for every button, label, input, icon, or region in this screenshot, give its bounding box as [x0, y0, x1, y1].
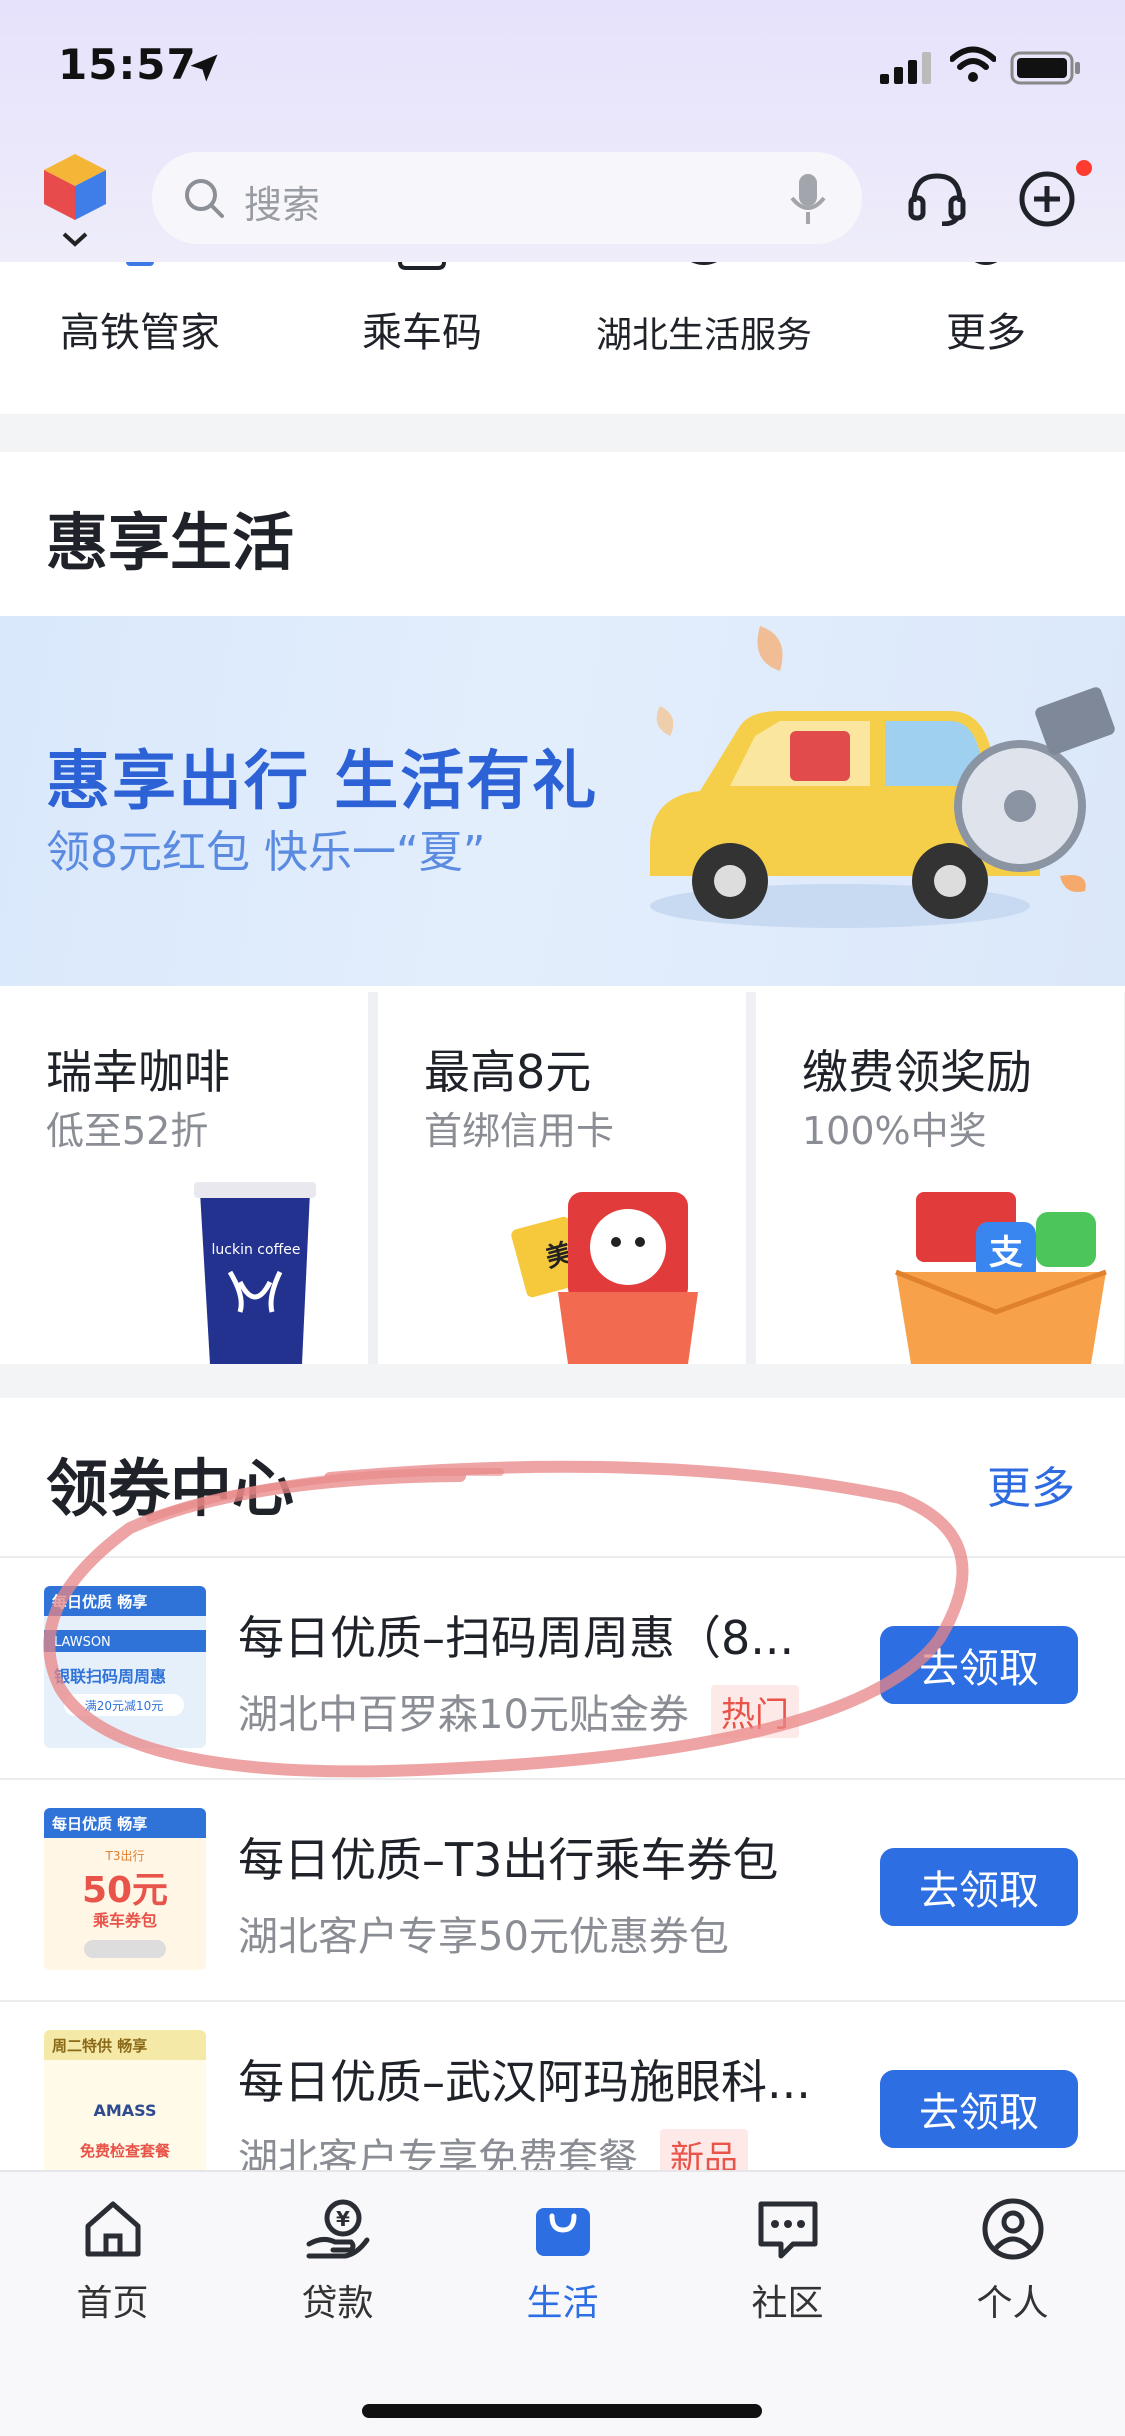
svg-text:LAWSON: LAWSON [54, 1635, 111, 1650]
quick-item-label: 高铁管家 [60, 310, 220, 356]
svg-text:免费检查套餐: 免费检查套餐 [80, 2142, 171, 2160]
life-bag-icon [535, 2208, 590, 2256]
promo-card-credit-card[interactable]: 最高8元 首绑信用卡 美团 [378, 992, 746, 1364]
top-header: 15:57 搜索 [0, 0, 1125, 262]
tab-life[interactable]: 生活 [450, 2196, 675, 2346]
add-plus-icon[interactable] [1018, 170, 1076, 228]
bottom-tab-bar: 首页 ¥ 贷款 生活 社区 个人 [0, 2170, 1125, 2436]
community-chat-icon [758, 2201, 817, 2259]
promo-subtitle: 首绑信用卡 [424, 1109, 615, 1153]
coupon-center-section: 领券中心 更多 每日优质 畅享 LAWSON 银联扫码周周惠 满20元减10元 … [0, 1398, 1125, 2192]
banner-title: 惠享出行 生活有礼 [46, 745, 599, 819]
svg-text:满20元减10元: 满20元减10元 [85, 1699, 164, 1713]
search-bar[interactable]: 搜索 [152, 152, 862, 244]
payment-gift-box-icon: 支 [895, 1192, 1107, 1364]
status-bar: 15:57 [0, 0, 1125, 140]
app-logo-icon[interactable] [40, 150, 110, 250]
promo-cards-row: 瑞幸咖啡 低至52折 luckin coffee 最高8元 首绑信用卡 美团 [0, 992, 1125, 1364]
tab-home[interactable]: 首页 [0, 2196, 225, 2346]
search-icon [185, 179, 224, 218]
quick-item-label: 乘车码 [362, 310, 482, 356]
tab-label: 个人 [976, 2283, 1049, 2324]
promo-title: 瑞幸咖啡 [46, 1045, 230, 1099]
section-title: 领券中心 [46, 1452, 295, 1525]
hot-tag: 热门 [710, 1685, 799, 1738]
svg-text:周二特供 畅享: 周二特供 畅享 [52, 2037, 147, 2055]
tab-label: 社区 [751, 2283, 824, 2324]
svg-text:每日优质 畅享: 每日优质 畅享 [52, 1593, 147, 1611]
tab-label: 首页 [76, 2283, 149, 2324]
coupon-name: 每日优质–扫码周周惠（8... [238, 1611, 795, 1665]
quick-item-ride-code[interactable]: 乘车码 [282, 248, 562, 414]
svg-text:¥: ¥ [336, 2207, 350, 2231]
app-page: 15:57 搜索 高铁管家 乘车码 湖北生活服务 更多 惠享生活 惠享出行 生活… [0, 0, 1125, 2436]
promo-title: 缴费领奖励 [802, 1045, 1032, 1099]
claim-button[interactable]: 去领取 [880, 2070, 1078, 2148]
tab-community[interactable]: 社区 [675, 2196, 900, 2346]
promo-card-luckin[interactable]: 瑞幸咖啡 低至52折 luckin coffee [0, 992, 368, 1364]
banner-subtitle: 领8元红包 快乐一“夏” [46, 827, 486, 878]
quick-item-label: 湖北生活服务 [595, 315, 812, 356]
svg-text:银联扫码周周惠: 银联扫码周周惠 [54, 1667, 166, 1686]
profile-icon [982, 2198, 1043, 2260]
coupon-description: 湖北中百罗森10元贴金券 热门 [238, 1682, 799, 1740]
search-input[interactable]: 搜索 [244, 174, 320, 229]
battery-icon [1010, 51, 1080, 85]
promo-subtitle: 低至52折 [46, 1109, 209, 1153]
coupon-item[interactable]: 每日优质 畅享 LAWSON 银联扫码周周惠 满20元减10元 每日优质–扫码周… [0, 1558, 1125, 1778]
claim-button[interactable]: 去领取 [880, 1626, 1078, 1704]
quick-item-hubei-services[interactable]: 湖北生活服务 [564, 248, 844, 414]
coffee-cup-icon: luckin coffee [194, 1182, 316, 1364]
coupon-thumbnail-lawson: 每日优质 畅享 LAWSON 银联扫码周周惠 满20元减10元 [44, 1586, 206, 1748]
svg-text:AMASS: AMASS [93, 2101, 156, 2120]
coupon-thumbnail-amass: 周二特供 畅享 AMASS 免费检查套餐 [44, 2030, 206, 2192]
coupon-item[interactable]: 每日优质 畅享 T3出行 50元 乘车券包 每日优质–T3出行乘车券包 湖北客户… [0, 1780, 1125, 2000]
promo-title: 最高8元 [424, 1045, 592, 1099]
wifi-icon [950, 46, 996, 82]
svg-text:乘车券包: 乘车券包 [92, 1911, 157, 1930]
status-time: 15:57 [58, 40, 197, 89]
claim-button[interactable]: 去领取 [880, 1848, 1078, 1926]
svg-text:50元: 50元 [82, 1870, 168, 1911]
tab-loan[interactable]: ¥ 贷款 [225, 2196, 450, 2346]
coupon-thumbnail-t3: 每日优质 畅享 T3出行 50元 乘车券包 [44, 1808, 206, 1970]
tab-label: 生活 [526, 2283, 599, 2324]
svg-text:每日优质 畅享: 每日优质 畅享 [52, 1815, 147, 1833]
cellular-signal-icon [880, 52, 931, 84]
customer-service-headset-icon[interactable] [908, 170, 966, 226]
microphone-icon[interactable] [788, 172, 828, 226]
coupon-description: 湖北客户专享50元优惠券包 [238, 1904, 729, 1962]
coupon-desc-text: 湖北中百罗森10元贴金券 [238, 1692, 689, 1738]
gift-box-icon: 美团 [511, 1192, 698, 1364]
more-link[interactable]: 更多 [987, 1452, 1075, 1516]
tab-profile[interactable]: 个人 [900, 2196, 1125, 2346]
svg-text:luckin coffee: luckin coffee [212, 1242, 301, 1258]
promo-subtitle: 100%中奖 [802, 1109, 987, 1153]
quick-item-more[interactable]: 更多 [846, 248, 1125, 414]
coupon-desc-text: 湖北客户专享50元优惠券包 [238, 1914, 729, 1960]
car-illustration-icon [650, 626, 1115, 928]
section-title: 惠享生活 [46, 506, 295, 579]
promo-banner[interactable]: 惠享出行 生活有礼 领8元红包 快乐一“夏” [0, 616, 1125, 986]
quick-item-highspeed-rail[interactable]: 高铁管家 [0, 248, 280, 414]
quick-services-row: 高铁管家 乘车码 湖北生活服务 更多 [0, 248, 1125, 414]
home-indicator[interactable] [362, 2404, 762, 2418]
svg-text:支: 支 [989, 1233, 1023, 1273]
svg-text:T3出行: T3出行 [105, 1849, 145, 1863]
promo-card-bill-payment[interactable]: 缴费领奖励 100%中奖 支 [756, 992, 1124, 1364]
quick-item-label: 更多 [946, 310, 1026, 356]
coupon-name: 每日优质–武汉阿玛施眼科... [238, 2055, 811, 2109]
home-icon [85, 2201, 140, 2257]
location-arrow-icon [190, 54, 218, 82]
tab-label: 贷款 [301, 2283, 374, 2324]
loan-icon: ¥ [306, 2199, 369, 2259]
notification-dot [1076, 160, 1092, 176]
life-benefits-section: 惠享生活 惠享出行 生活有礼 领8元红包 快乐一“夏” 瑞幸咖啡 低至52折 l… [0, 452, 1125, 1364]
coupon-name: 每日优质–T3出行乘车券包 [238, 1833, 779, 1887]
